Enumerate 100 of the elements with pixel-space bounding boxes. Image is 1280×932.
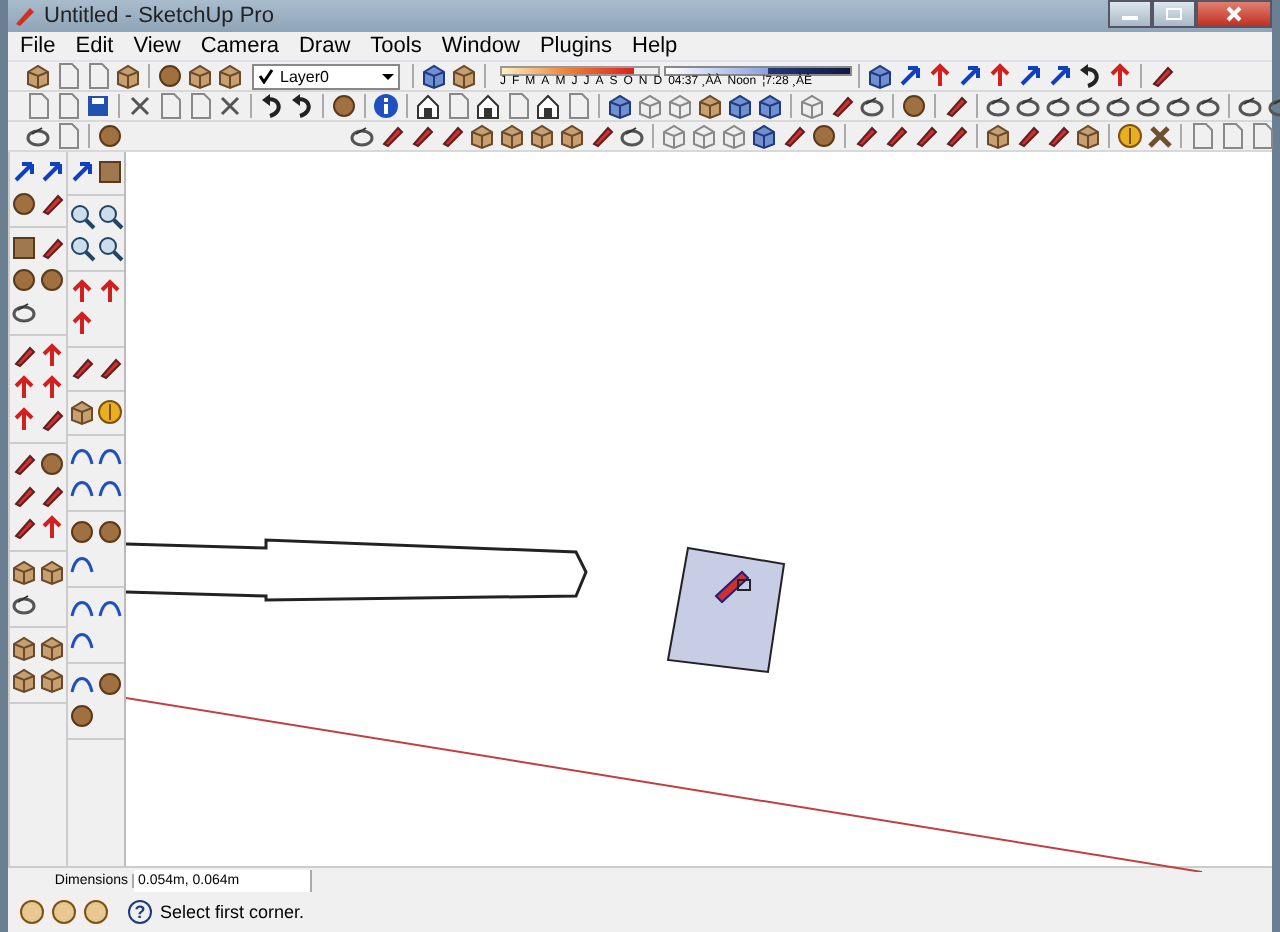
cube-icon[interactable] [186,62,214,90]
shaded-cube-icon[interactable] [756,92,784,120]
maximize-button[interactable] [1152,0,1196,28]
circle-icon[interactable] [810,122,838,150]
circle-icon[interactable] [330,92,358,120]
shaded-cube-icon[interactable] [866,62,894,90]
cube-icon[interactable] [450,62,478,90]
circle-icon[interactable] [96,670,124,698]
shaded-cube-icon[interactable] [420,62,448,90]
cube-icon[interactable] [10,634,38,662]
arrow-icon[interactable] [956,62,984,90]
wireframe-cube-icon[interactable] [660,122,688,150]
up-arrow-icon[interactable] [38,374,66,402]
pencil-icon[interactable] [38,234,66,262]
layer-dropdown[interactable]: Layer0 [252,63,400,89]
circle-icon[interactable] [96,518,124,546]
circle-icon[interactable] [68,518,96,546]
loop-icon[interactable] [1074,92,1102,120]
circle-icon[interactable] [68,702,96,730]
user-icon[interactable] [84,900,108,924]
arrow-icon[interactable] [10,158,38,186]
menu-item[interactable]: File [20,34,56,58]
pencil-icon[interactable] [942,92,970,120]
loop-icon[interactable] [1134,92,1162,120]
pencil-icon[interactable] [38,482,66,510]
pencil-icon[interactable] [10,482,38,510]
up-arrow-icon[interactable] [10,406,38,434]
menu-item[interactable]: Camera [200,34,279,58]
pencil-icon[interactable] [38,190,66,218]
arrow-icon[interactable] [1046,62,1074,90]
house-icon[interactable] [474,92,502,120]
up-arrow-icon[interactable] [38,342,66,370]
credits-icon[interactable] [52,900,76,924]
house-icon[interactable] [534,92,562,120]
cube-icon[interactable] [38,558,66,586]
magnifier-icon[interactable] [96,202,124,230]
cube-icon[interactable] [114,62,142,90]
magnifier-icon[interactable] [68,202,96,230]
clock-icon[interactable] [96,398,124,426]
pencil-icon[interactable] [38,406,66,434]
square-icon[interactable] [10,234,38,262]
loop-icon[interactable] [10,298,38,326]
circle-icon[interactable] [38,450,66,478]
loop-icon[interactable] [984,92,1012,120]
cube-icon[interactable] [528,122,556,150]
loop-icon[interactable] [618,122,646,150]
menu-item[interactable]: Tools [370,34,422,58]
wireframe-cube-icon[interactable] [666,92,694,120]
up-arrow-icon[interactable] [68,278,96,306]
shaded-cube-icon[interactable] [606,92,634,120]
date-slider[interactable] [500,65,660,75]
shaded-cube-icon[interactable] [726,92,754,120]
up-arrow-icon[interactable] [1106,62,1134,90]
cube-icon[interactable] [216,62,244,90]
shaded-cube-icon[interactable] [750,122,778,150]
loop-icon[interactable] [1014,92,1042,120]
arrow-icon[interactable] [38,158,66,186]
pencil-icon[interactable] [68,354,96,382]
cube-icon[interactable] [468,122,496,150]
cube-icon[interactable] [1074,122,1102,150]
cross-icon[interactable] [216,92,244,120]
pencil-icon[interactable] [10,342,38,370]
arrow-icon[interactable] [896,62,924,90]
circle-icon[interactable] [10,190,38,218]
time-slider[interactable] [664,65,852,75]
loop-icon[interactable] [1164,92,1192,120]
loop-icon[interactable] [10,590,38,618]
cube-icon[interactable] [10,666,38,694]
menu-item[interactable]: Window [441,34,520,58]
undo-icon[interactable] [258,92,286,120]
cube-icon[interactable] [68,398,96,426]
up-arrow-icon[interactable] [10,374,38,402]
loop-icon[interactable] [348,122,376,150]
cube-icon[interactable] [984,122,1012,150]
up-arrow-icon[interactable] [38,514,66,542]
up-arrow-icon[interactable] [68,310,96,338]
undo-icon[interactable] [288,92,316,120]
arrow-icon[interactable] [1016,62,1044,90]
pencil-icon[interactable] [10,514,38,542]
menu-item[interactable]: Edit [75,34,114,58]
clock-icon[interactable] [1116,122,1144,150]
loop-icon[interactable] [24,122,52,150]
cube-icon[interactable] [498,122,526,150]
loop-icon[interactable] [1104,92,1132,120]
circle-icon[interactable] [10,266,38,294]
menu-item[interactable]: Help [632,34,678,58]
info-icon[interactable] [372,92,400,120]
pencil-icon[interactable] [828,92,856,120]
cube-icon[interactable] [558,122,586,150]
pencil-icon[interactable] [96,354,124,382]
circle-icon[interactable] [900,92,928,120]
magnifier-icon[interactable] [96,234,124,262]
magnifier-icon[interactable] [68,234,96,262]
cross-icon[interactable] [126,92,154,120]
close-button[interactable] [1196,0,1272,28]
minimize-button[interactable] [1108,0,1152,28]
loop-icon[interactable] [1194,92,1222,120]
square-icon[interactable] [96,158,124,186]
undo-icon[interactable] [1076,62,1104,90]
cube-icon[interactable] [38,634,66,662]
